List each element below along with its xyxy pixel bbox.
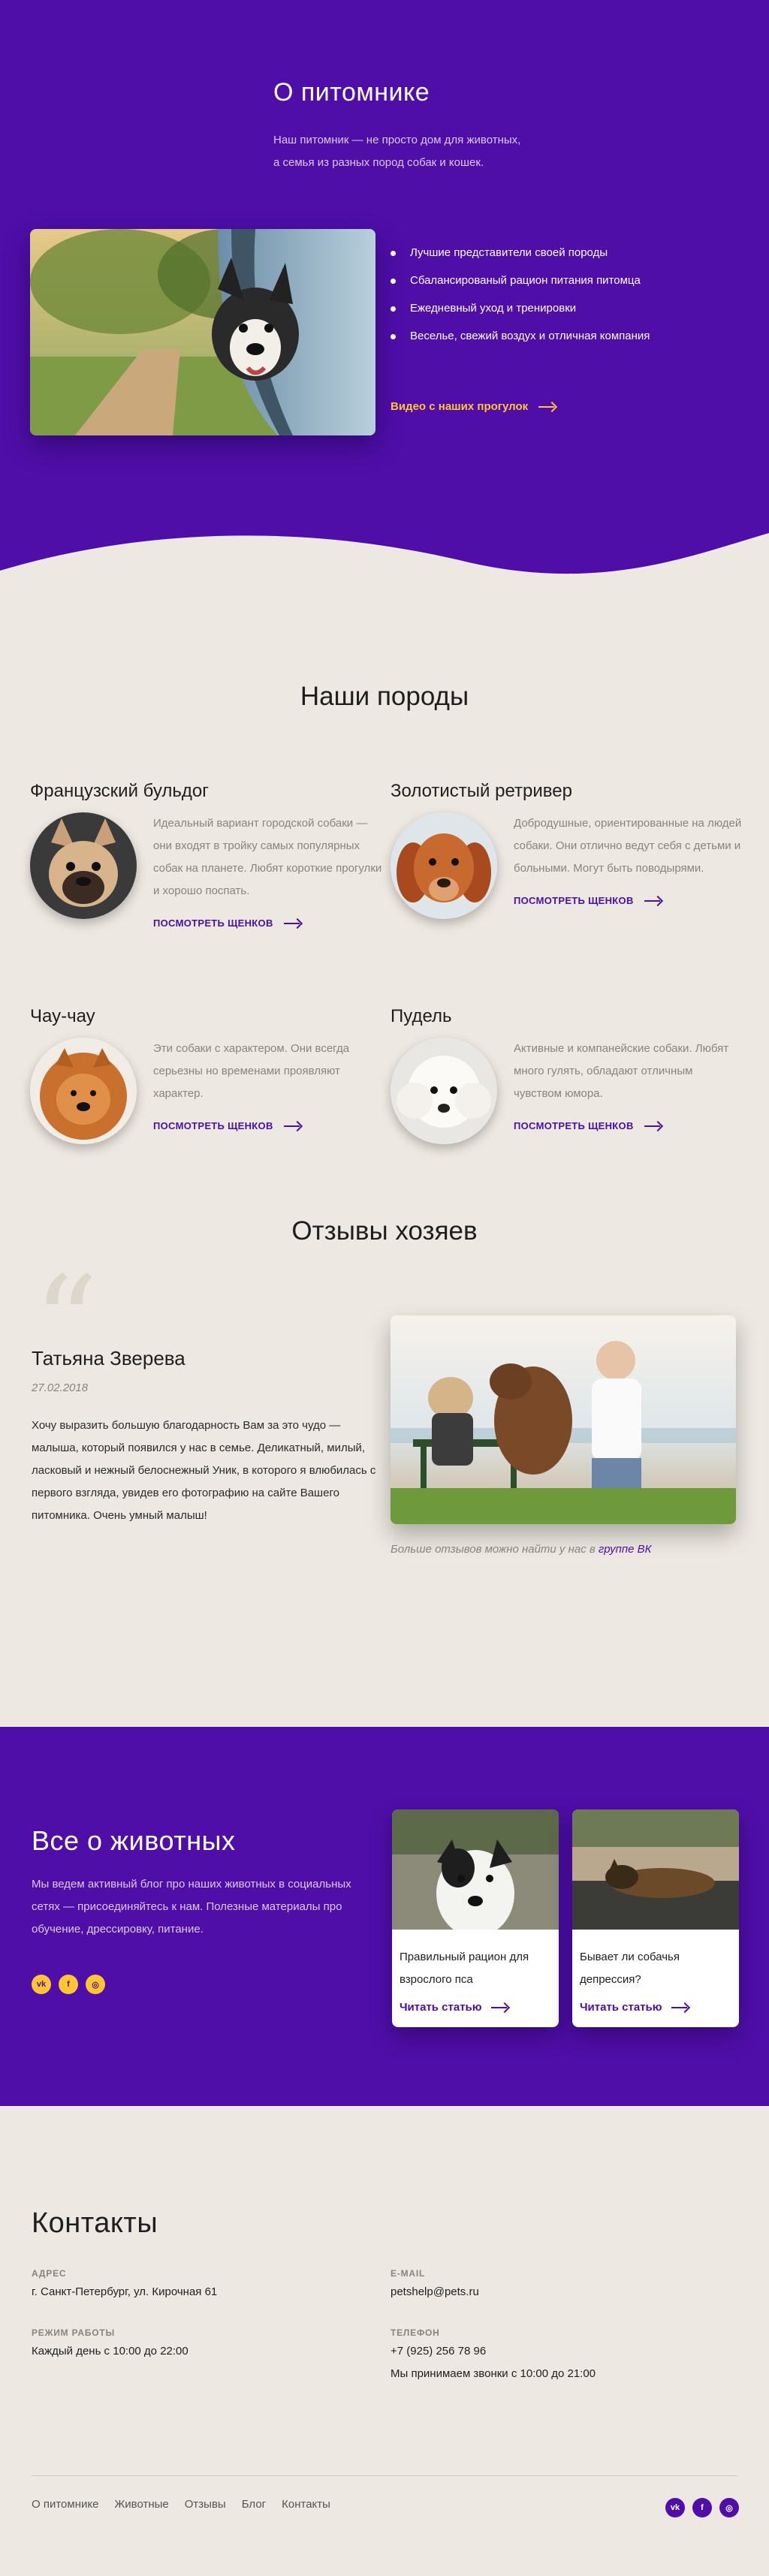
footer-link-blog[interactable]: Блог [242,2498,266,2511]
footer-divider [32,2475,737,2476]
address-value: г. Санкт-Петербург, ул. Кирочная 61 [32,2285,218,2298]
footer-link-about[interactable]: О питомнике [32,2498,98,2511]
blog-card-title: Бывает ли собачья депрессия? [580,1951,680,1986]
review-photo [391,1315,736,1524]
breeds-section: Наши породы Французский бульдог Идеальны… [0,593,769,1216]
breed-description: Добродушные, ориентированные на людей со… [514,817,742,875]
chow-chow-avatar [30,1038,137,1144]
reviewer-name: Татьяна Зверева [32,1347,185,1369]
breed-card-french-bulldog: Французский бульдог Идеальный вариант го… [30,781,383,929]
blog-card-image [572,1809,739,1930]
breed-description: Эти собаки с характером. Они всегда серь… [153,1042,350,1100]
more-reviews-text: Больше отзывов можно найти у нас в групп… [391,1543,652,1556]
footer-nav: О питомнике Животные Отзывы Блог Контакт… [32,2498,330,2511]
about-text: Наш питомник — не просто дом для животны… [273,134,521,169]
footer-link-reviews[interactable]: Отзывы [185,2498,226,2511]
view-puppies-link[interactable]: ПОСМОТРЕТЬ ЩЕНКОВ [153,1120,383,1131]
instagram-icon[interactable]: ◎ [719,2498,739,2517]
blog-card: Правильный рацион для взрослого пса Чита… [392,1809,559,2027]
view-puppies-link[interactable]: ПОСМОТРЕТЬ ЩЕНКОВ [514,1120,743,1131]
social-links: vk f ◎ [32,1975,105,1994]
breeds-title: Наши породы [300,682,469,711]
blog-title: Все о животных [32,1825,236,1856]
phone-note: Мы принимаем звонки с 10:00 до 21:00 [391,2367,596,2380]
facebook-icon[interactable]: f [59,1975,78,1994]
arrow-right-icon [490,2003,509,2012]
review-date: 27.02.2018 [32,1381,89,1394]
reviews-section: Отзывы хозяев “ Татьяна Зверева 27.02.20… [0,1216,769,1727]
hours-label: РЕЖИМ РАБОТЫ [32,2327,116,2338]
view-puppies-link[interactable]: ПОСМОТРЕТЬ ЩЕНКОВ [153,917,383,929]
read-article-link[interactable]: Читать статью [400,2001,509,2014]
contacts-title: Контакты [32,2207,158,2239]
breed-name: Пудель [391,1006,452,1026]
arrow-right-icon [644,1122,662,1131]
vk-icon[interactable]: vk [32,1975,51,1994]
view-puppies-link[interactable]: ПОСМОТРЕТЬ ЩЕНКОВ [514,895,743,906]
arrow-right-icon [283,1122,302,1131]
arrow-right-icon [644,896,662,905]
features-list: Лучшие представители своей породы Сбалан… [391,244,650,355]
breed-name: Чау-чау [30,1006,95,1026]
vk-group-link[interactable]: группе ВК [599,1543,652,1556]
review-text: Хочу выразить большую благодарность Вам … [32,1419,376,1522]
arrow-right-icon [671,2003,689,2012]
golden-retriever-avatar [391,812,497,919]
read-article-link[interactable]: Читать статью [580,2001,689,2014]
feature-item: Ежедневный уход и тренировки [391,300,650,327]
feature-item: Веселье, свежий воздух и отличная компан… [391,327,650,355]
breed-card-chow-chow: Чау-чау Эти собаки с характером. Они все… [30,1006,383,1144]
vk-icon[interactable]: vk [665,2498,685,2517]
feature-item: Лучшие представители своей породы [391,244,650,272]
breed-name: Французский бульдог [30,781,209,801]
facebook-icon[interactable]: f [692,2498,712,2517]
about-section: О питомнике Наш питомник — не просто дом… [0,0,769,593]
phone-link[interactable]: +7 (925) 256 78 96 [391,2340,486,2363]
french-bulldog-avatar [30,812,137,919]
feature-item: Сбалансированый рацион питания питомца [391,272,650,300]
breed-card-golden-retriever: Золотистый ретривер Добродушные, ориенти… [391,781,743,919]
breed-description: Активные и компанейские собаки. Любят мн… [514,1042,729,1100]
blog-card-title: Правильный рацион для взрослого пса [400,1951,529,1986]
phone-label: ТЕЛЕФОН [391,2327,440,2338]
reviews-title: Отзывы хозяев [291,1216,478,1246]
blog-text: Мы ведем активный блог про наших животны… [32,1878,351,1936]
poodle-avatar [391,1038,497,1144]
owner-with-dog-illustration [391,1315,736,1524]
breed-description: Идеальный вариант городской собаки — они… [153,817,382,897]
arrow-right-icon [538,402,556,411]
blog-card: Бывает ли собачья депрессия? Читать стат… [572,1809,739,2027]
arrow-right-icon [283,919,302,928]
address-label: АДРЕС [32,2268,67,2279]
instagram-icon[interactable]: ◎ [86,1975,105,1994]
hours-value: Каждый день с 10:00 до 22:00 [32,2345,188,2358]
blog-card-image [392,1809,559,1937]
footer-link-contacts[interactable]: Контакты [282,2498,330,2511]
footer-link-animals[interactable]: Животные [114,2498,168,2511]
contacts-section: Контакты АДРЕС г. Санкт-Петербург, ул. К… [0,2106,769,2576]
footer-social-links: vk f ◎ [665,2498,739,2517]
video-walks-link[interactable]: Видео с наших прогулок [391,400,556,413]
dog-in-car-illustration [30,229,375,435]
blog-section: Все о животных Мы ведем активный блог пр… [0,1727,769,2106]
email-link[interactable]: petshelp@pets.ru [391,2281,479,2303]
about-title: О питомнике [273,78,430,107]
breed-card-poodle: Пудель Активные и компанейские собаки. Л… [391,1006,743,1144]
breed-name: Золотистый ретривер [391,781,572,801]
wave-divider [0,533,769,593]
email-label: E-MAIL [391,2268,426,2279]
about-photo [30,229,375,435]
